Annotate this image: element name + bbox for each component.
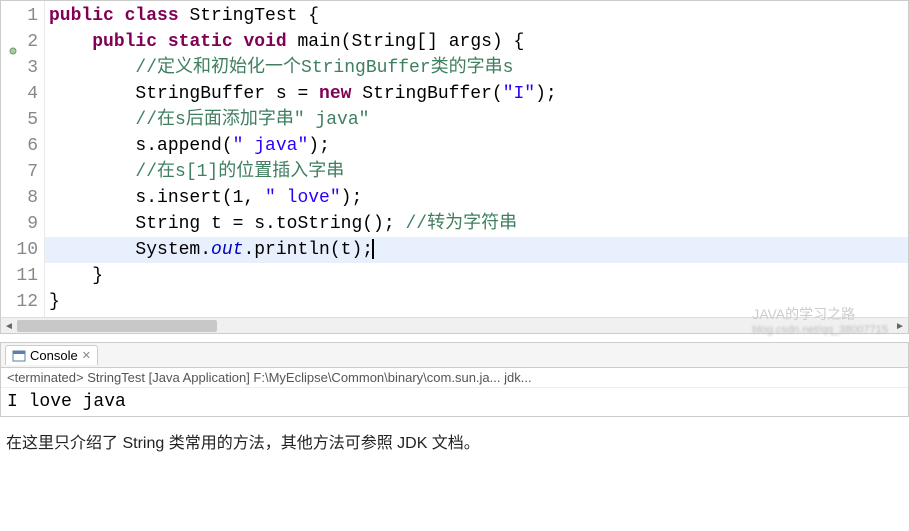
line-number: 12 xyxy=(11,289,38,315)
footer-text: 在这里只介绍了 String 类常用的方法，其他方法可参照 JDK 文档。 xyxy=(0,429,909,453)
code-lines[interactable]: public class StringTest { public static … xyxy=(45,1,908,317)
code-line[interactable]: StringBuffer s = new StringBuffer("I"); xyxy=(45,81,908,107)
code-line[interactable]: s.append(" java"); xyxy=(45,133,908,159)
line-number: 5 xyxy=(11,107,38,133)
code-line[interactable]: System.out.println(t); xyxy=(45,237,908,263)
code-editor[interactable]: 123456789101112 public class StringTest … xyxy=(0,0,909,334)
code-line[interactable]: public class StringTest { xyxy=(45,3,908,29)
console-panel: Console ✕ <terminated> StringTest [Java … xyxy=(0,342,909,417)
scroll-left-arrow[interactable]: ◄ xyxy=(1,318,17,334)
console-status: <terminated> StringTest [Java Applicatio… xyxy=(1,368,908,388)
console-icon xyxy=(12,349,26,363)
code-line[interactable]: s.insert(1, " love"); xyxy=(45,185,908,211)
console-tab-label: Console xyxy=(30,348,78,363)
code-line[interactable]: } xyxy=(45,263,908,289)
line-number: 9 xyxy=(11,211,38,237)
scroll-right-arrow[interactable]: ► xyxy=(892,318,908,334)
code-line[interactable]: //在s后面添加字串" java" xyxy=(45,107,908,133)
line-number: 11 xyxy=(11,263,38,289)
line-number: 4 xyxy=(11,81,38,107)
close-icon[interactable]: ✕ xyxy=(82,349,91,362)
console-tab[interactable]: Console ✕ xyxy=(5,345,98,365)
code-line[interactable]: } xyxy=(45,289,908,315)
code-line[interactable]: //定义和初始化一个StringBuffer类的字串s xyxy=(45,55,908,81)
line-number: 6 xyxy=(11,133,38,159)
code-line[interactable]: //在s[1]的位置插入字串 xyxy=(45,159,908,185)
code-line[interactable]: public static void main(String[] args) { xyxy=(45,29,908,55)
scroll-thumb[interactable] xyxy=(17,320,217,332)
fold-marker-icon[interactable] xyxy=(9,38,17,46)
line-number: 8 xyxy=(11,185,38,211)
console-tabs: Console ✕ xyxy=(1,343,908,368)
line-gutter: 123456789101112 xyxy=(1,1,45,317)
horizontal-scrollbar[interactable]: ◄ ► xyxy=(1,317,908,333)
code-line[interactable]: String t = s.toString(); //转为字符串 xyxy=(45,211,908,237)
text-cursor xyxy=(372,239,374,259)
line-number: 2 xyxy=(11,29,38,55)
line-number: 7 xyxy=(11,159,38,185)
line-number: 10 xyxy=(11,237,38,263)
console-output: I love java xyxy=(1,388,908,416)
line-number: 1 xyxy=(11,3,38,29)
line-number: 3 xyxy=(11,55,38,81)
